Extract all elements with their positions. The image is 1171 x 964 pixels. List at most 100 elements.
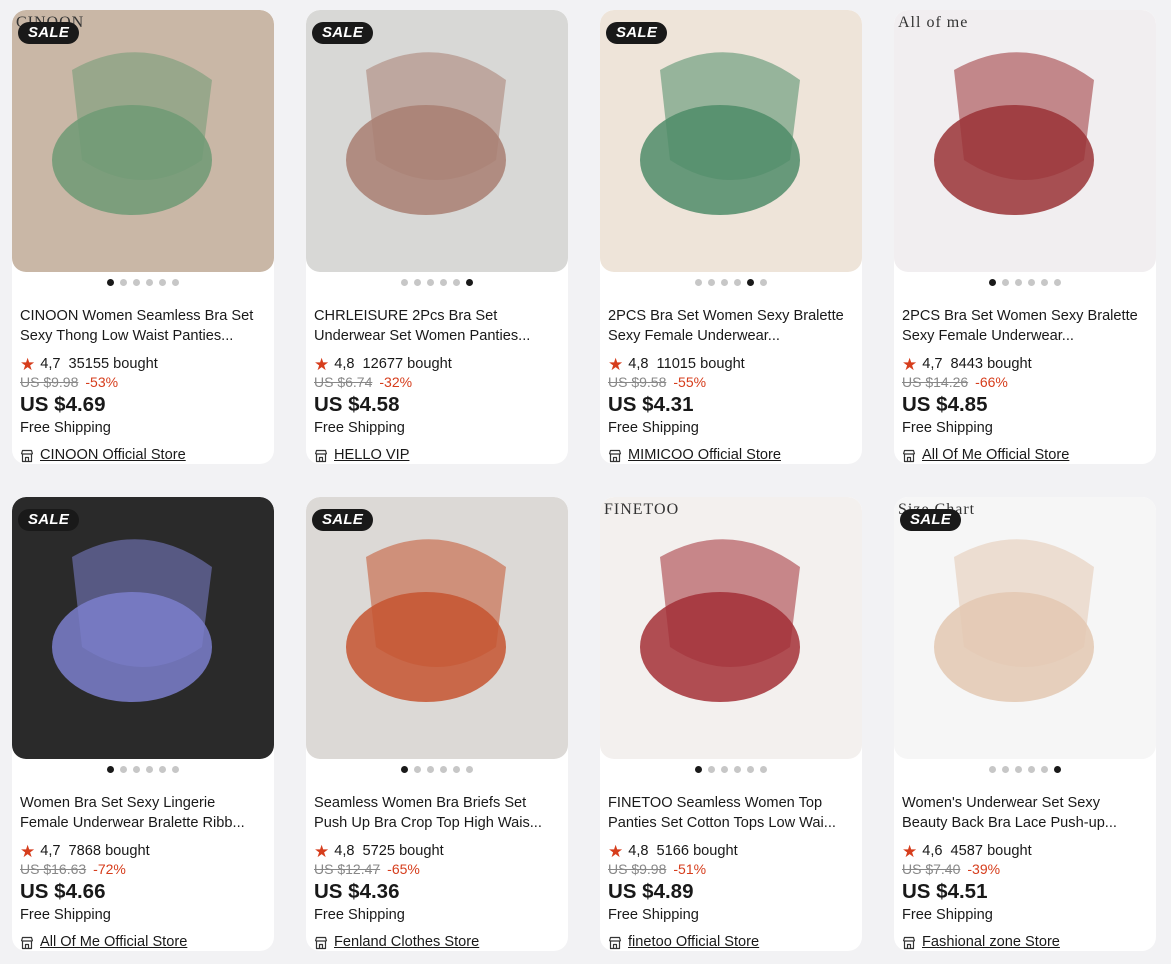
product-card[interactable]: SALE Seamless Women Bra Briefs Set Push … [306,497,568,951]
carousel-dot[interactable] [721,766,728,773]
carousel-dot[interactable] [734,766,741,773]
carousel-dot[interactable] [721,279,728,286]
product-card[interactable]: All of me 2PCS Bra Set Women Sexy Bralet… [894,10,1156,464]
product-image[interactable]: SALE [600,10,862,272]
product-card[interactable]: SALE Women Bra Set Sexy Lingerie Female … [12,497,274,951]
carousel-dot[interactable] [146,766,153,773]
carousel-dot[interactable] [107,766,114,773]
carousel-dot[interactable] [172,766,179,773]
store-link[interactable]: CINOON Official Store [20,446,266,464]
store-link[interactable]: All Of Me Official Store [902,446,1148,464]
carousel-dot[interactable] [120,279,127,286]
carousel-dot[interactable] [440,766,447,773]
carousel-dot[interactable] [466,766,473,773]
carousel-dot[interactable] [133,766,140,773]
carousel-dot[interactable] [133,279,140,286]
carousel-dot[interactable] [427,766,434,773]
carousel-dot[interactable] [1054,766,1061,773]
carousel-dot[interactable] [401,279,408,286]
product-title[interactable]: Women Bra Set Sexy Lingerie Female Under… [20,793,266,833]
carousel-dot[interactable] [453,766,460,773]
carousel-dot[interactable] [760,279,767,286]
product-image[interactable]: CINOON SALE [12,10,274,272]
carousel-dot[interactable] [695,766,702,773]
product-image[interactable]: FINETOO [600,497,862,759]
product-image[interactable]: SALE [306,10,568,272]
product-image[interactable]: All of me [894,10,1156,272]
product-card[interactable]: FINETOO FINETOO Seamless Women Top Panti… [600,497,862,951]
product-card[interactable]: CINOON SALE CINOON Women Seamless Bra Se… [12,10,274,464]
store-link[interactable]: HELLO VIP [314,446,560,464]
product-title[interactable]: FINETOO Seamless Women Top Panties Set C… [608,793,854,833]
product-title[interactable]: CHRLEISURE 2Pcs Bra Set Underwear Set Wo… [314,306,560,346]
carousel-dot[interactable] [1028,279,1035,286]
store-name[interactable]: Fenland Clothes Store [334,933,479,951]
store-link[interactable]: Fashional zone Store [902,933,1148,951]
carousel-dot[interactable] [440,279,447,286]
carousel-dot[interactable] [414,766,421,773]
carousel-dot[interactable] [747,279,754,286]
carousel-dot[interactable] [159,766,166,773]
image-carousel-dots[interactable] [12,766,274,774]
store-name[interactable]: All Of Me Official Store [922,446,1069,464]
carousel-dot[interactable] [989,279,996,286]
carousel-dot[interactable] [1015,279,1022,286]
carousel-dot[interactable] [120,766,127,773]
product-image[interactable]: SALE [12,497,274,759]
product-title[interactable]: CINOON Women Seamless Bra Set Sexy Thong… [20,306,266,346]
store-link[interactable]: MIMICOO Official Store [608,446,854,464]
product-title[interactable]: Seamless Women Bra Briefs Set Push Up Br… [314,793,560,833]
store-name[interactable]: HELLO VIP [334,446,409,464]
image-carousel-dots[interactable] [306,766,568,774]
store-link[interactable]: Fenland Clothes Store [314,933,560,951]
carousel-dot[interactable] [708,766,715,773]
rating-score: 4,8 [334,843,355,859]
star-icon: ★ [20,841,36,861]
original-price: US $9.98 [20,374,79,390]
carousel-dot[interactable] [1015,766,1022,773]
product-image[interactable]: Size Chart SALE [894,497,1156,759]
carousel-dot[interactable] [414,279,421,286]
product-card[interactable]: Size Chart SALE Women's Underwear Set Se… [894,497,1156,951]
carousel-dot[interactable] [695,279,702,286]
carousel-dot[interactable] [172,279,179,286]
product-card[interactable]: SALE 2PCS Bra Set Women Sexy Bralette Se… [600,10,862,464]
carousel-dot[interactable] [1002,279,1009,286]
carousel-dot[interactable] [107,279,114,286]
store-link[interactable]: finetoo Official Store [608,933,854,951]
carousel-dot[interactable] [1041,766,1048,773]
carousel-dot[interactable] [1054,279,1061,286]
image-carousel-dots[interactable] [12,279,274,287]
product-title[interactable]: Women's Underwear Set Sexy Beauty Back B… [902,793,1148,833]
store-link[interactable]: All Of Me Official Store [20,933,266,951]
carousel-dot[interactable] [401,766,408,773]
product-card[interactable]: SALE CHRLEISURE 2Pcs Bra Set Underwear S… [306,10,568,464]
image-carousel-dots[interactable] [894,279,1156,287]
image-carousel-dots[interactable] [600,279,862,287]
product-image[interactable]: SALE [306,497,568,759]
product-title[interactable]: 2PCS Bra Set Women Sexy Bralette Sexy Fe… [902,306,1148,346]
store-name[interactable]: All Of Me Official Store [40,933,187,951]
carousel-dot[interactable] [1028,766,1035,773]
carousel-dot[interactable] [747,766,754,773]
carousel-dot[interactable] [1041,279,1048,286]
product-title[interactable]: 2PCS Bra Set Women Sexy Bralette Sexy Fe… [608,306,854,346]
carousel-dot[interactable] [453,279,460,286]
image-carousel-dots[interactable] [894,766,1156,774]
carousel-dot[interactable] [760,766,767,773]
store-name[interactable]: CINOON Official Store [40,446,186,464]
carousel-dot[interactable] [989,766,996,773]
image-carousel-dots[interactable] [600,766,862,774]
image-carousel-dots[interactable] [306,279,568,287]
carousel-dot[interactable] [708,279,715,286]
store-name[interactable]: Fashional zone Store [922,933,1060,951]
carousel-dot[interactable] [734,279,741,286]
carousel-dot[interactable] [159,279,166,286]
sold-count: 12677 bought [362,356,452,372]
store-name[interactable]: finetoo Official Store [628,933,759,951]
carousel-dot[interactable] [146,279,153,286]
store-name[interactable]: MIMICOO Official Store [628,446,781,464]
carousel-dot[interactable] [466,279,473,286]
carousel-dot[interactable] [1002,766,1009,773]
carousel-dot[interactable] [427,279,434,286]
